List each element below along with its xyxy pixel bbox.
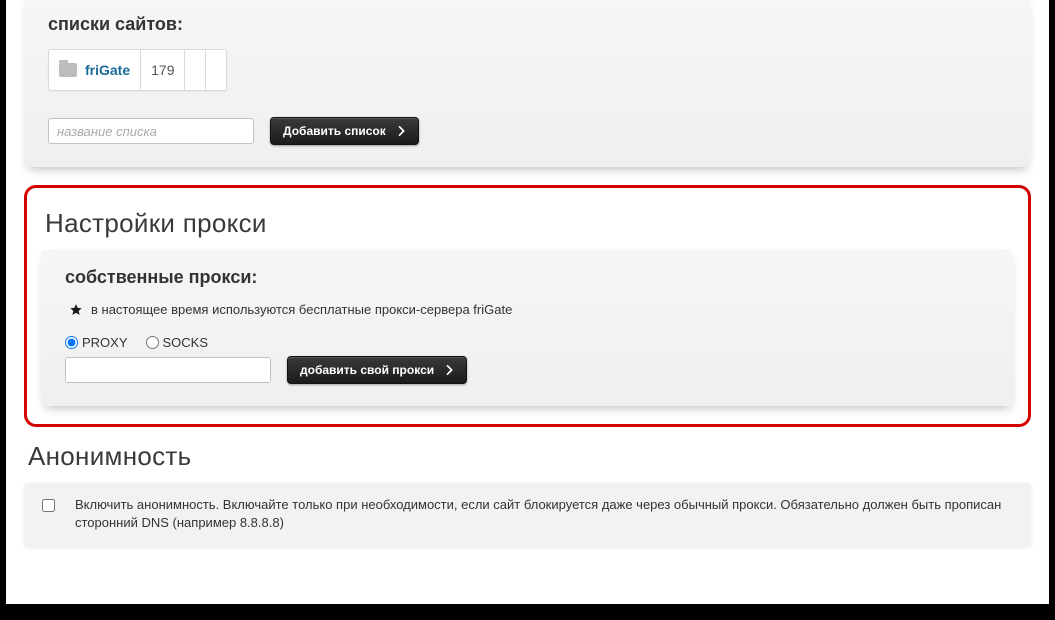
add-list-button-label: Добавить список (283, 124, 386, 138)
add-list-button[interactable]: Добавить список (270, 117, 419, 145)
site-lists-title: списки сайтов: (48, 14, 1007, 35)
site-lists-card: списки сайтов: friGate 179 Добавить спис… (24, 0, 1031, 167)
proxy-heading: Настройки прокси (45, 208, 1010, 239)
add-proxy-button-label: добавить свой прокси (300, 363, 434, 377)
radio-socks-input[interactable] (146, 336, 159, 349)
list-name-input[interactable] (48, 118, 254, 144)
radio-proxy[interactable]: PROXY (65, 335, 128, 350)
proxy-address-input[interactable] (65, 357, 271, 383)
proxy-note-text: в настоящее время используются бесплатны… (91, 302, 512, 317)
site-list-main[interactable]: friGate (49, 50, 141, 90)
chevron-right-icon (394, 123, 410, 139)
proxy-settings-section: Настройки прокси собственные прокси: в н… (24, 185, 1031, 427)
radio-socks[interactable]: SOCKS (146, 335, 209, 350)
site-list-spacer-2 (206, 50, 226, 90)
radio-proxy-label: PROXY (82, 335, 128, 350)
chevron-right-icon (442, 362, 458, 378)
add-list-row: Добавить список (48, 117, 1007, 145)
site-list-count: 179 (141, 50, 185, 90)
site-list-item[interactable]: friGate 179 (48, 49, 227, 91)
own-proxy-title: собственные прокси: (65, 267, 990, 288)
anonymity-checkbox[interactable] (42, 499, 55, 512)
proxy-card: собственные прокси: в настоящее время ис… (41, 249, 1014, 406)
folder-icon (59, 63, 77, 77)
proxy-type-radios: PROXY SOCKS (65, 335, 990, 350)
settings-page: списки сайтов: friGate 179 Добавить спис… (6, 0, 1049, 604)
add-proxy-button[interactable]: добавить свой прокси (287, 356, 467, 384)
star-icon (69, 303, 83, 317)
radio-proxy-input[interactable] (65, 336, 78, 349)
anonymity-description: Включить анонимность. Включайте только п… (75, 496, 1013, 532)
radio-socks-label: SOCKS (163, 335, 209, 350)
add-proxy-row: добавить свой прокси (65, 356, 990, 384)
site-list-name: friGate (85, 62, 130, 78)
anonymity-card: Включить анонимность. Включайте только п… (24, 482, 1031, 546)
proxy-note: в настоящее время используются бесплатны… (69, 302, 990, 317)
site-list-spacer-1 (185, 50, 206, 90)
anonymity-heading: Анонимность (28, 441, 1027, 472)
